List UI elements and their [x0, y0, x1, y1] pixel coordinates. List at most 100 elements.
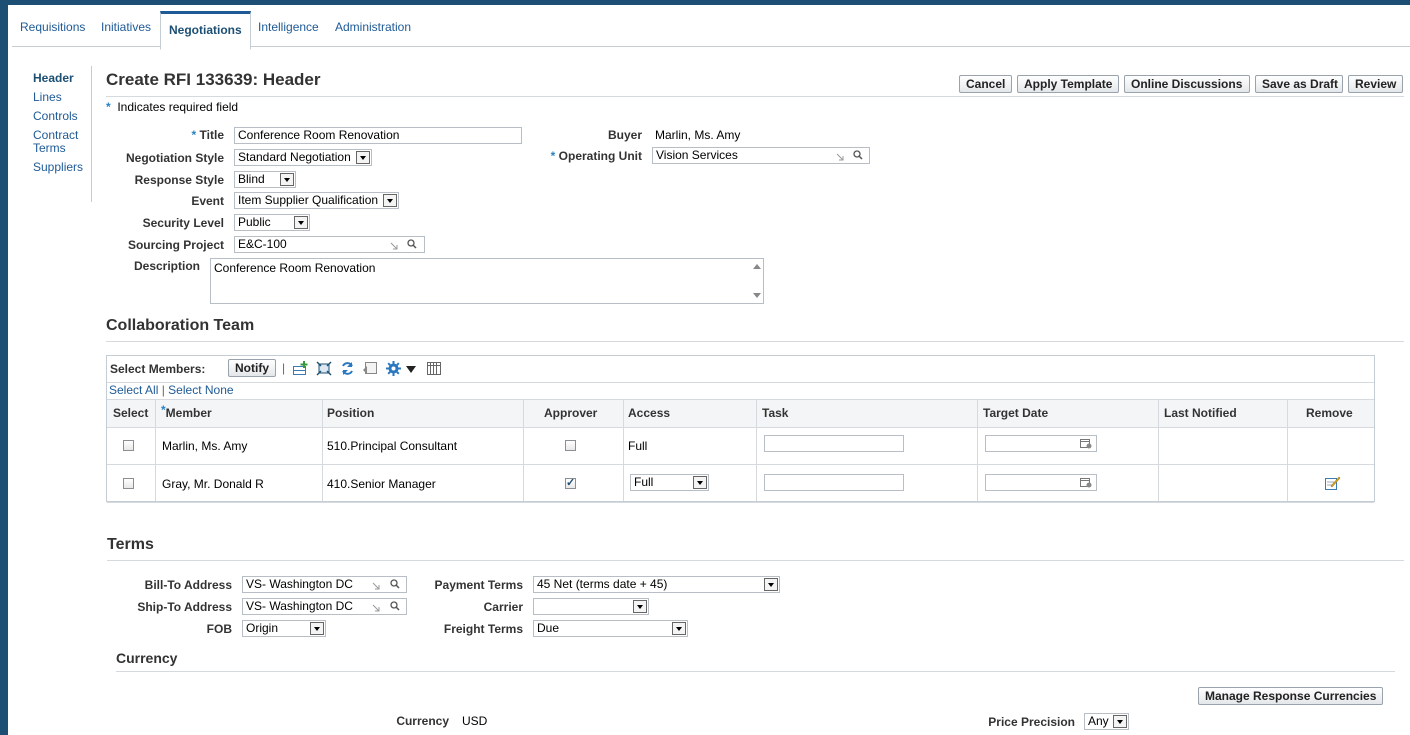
member-position: 410.Senior Manager — [327, 477, 436, 491]
cancel-button[interactable]: Cancel — [959, 75, 1012, 93]
page-title: Create RFI 133639: Header — [106, 70, 321, 89]
required-star: * — [161, 403, 166, 417]
column-divider — [623, 399, 624, 501]
security-level-value: Public — [238, 215, 271, 229]
price-precision-label: Price Precision — [988, 715, 1075, 729]
price-precision-select[interactable]: Any — [1084, 713, 1129, 730]
carrier-select[interactable] — [533, 598, 649, 615]
operating-unit-input[interactable]: Vision Services — [652, 147, 870, 164]
row-select-checkbox[interactable] — [123, 478, 134, 489]
negotiation-style-value: Standard Negotiation — [238, 150, 351, 164]
review-button[interactable]: Review — [1348, 75, 1403, 93]
column-divider — [155, 399, 156, 501]
ship-to-input[interactable]: VS- Washington DC — [242, 598, 407, 615]
security-level-label: Security Level — [142, 216, 224, 230]
task-input[interactable] — [764, 474, 904, 491]
search-icon[interactable] — [853, 150, 863, 160]
add-row-icon[interactable] — [293, 361, 309, 376]
event-value: Item Supplier Qualification — [238, 193, 379, 207]
tab-initiatives[interactable]: Initiatives — [101, 20, 151, 34]
member-name: Gray, Mr. Donald R — [162, 477, 264, 491]
calendar-icon[interactable] — [1080, 477, 1092, 488]
approver-checkbox[interactable] — [565, 476, 576, 489]
sidenav-suppliers[interactable]: Suppliers — [33, 161, 83, 174]
sidenav-controls[interactable]: Controls — [33, 110, 83, 123]
select-none-link[interactable]: Select None — [168, 383, 233, 397]
column-header-member-label: Member — [165, 406, 212, 420]
scroll-down-icon[interactable] — [753, 293, 761, 299]
search-icon[interactable] — [390, 579, 400, 589]
security-level-select[interactable]: Public — [234, 214, 310, 231]
gear-icon[interactable] — [385, 360, 402, 377]
sidenav-lines[interactable]: Lines — [33, 91, 83, 104]
edit-remove-icon[interactable] — [1324, 475, 1341, 491]
tab-negotiations[interactable]: Negotiations — [160, 11, 251, 50]
search-icon[interactable] — [407, 239, 417, 249]
left-brand-bar — [0, 5, 8, 735]
columns-icon[interactable] — [427, 362, 441, 375]
access-select[interactable]: Full — [630, 474, 709, 491]
column-header-approver: Approver — [544, 406, 598, 420]
sidenav-contract-terms[interactable]: Contract Terms — [33, 129, 83, 155]
scroll-up-icon[interactable] — [753, 263, 761, 269]
ship-to-label: Ship-To Address — [137, 600, 232, 614]
sourcing-project-input[interactable]: E&C-100 — [234, 236, 425, 253]
approver-checkbox[interactable] — [565, 440, 576, 451]
access-value: Full — [634, 475, 654, 489]
buyer-value: Marlin, Ms. Amy — [655, 128, 741, 142]
lov-resize-icon — [390, 242, 398, 250]
online-discussions-button[interactable]: Online Discussions — [1124, 75, 1250, 93]
terms-divider — [107, 560, 1404, 561]
detach-icon[interactable] — [316, 361, 332, 376]
chevron-down-icon[interactable] — [406, 366, 416, 373]
tab-requisitions[interactable]: Requisitions — [20, 20, 85, 34]
manage-response-currencies-button[interactable]: Manage Response Currencies — [1198, 687, 1383, 705]
description-textarea[interactable]: Conference Room Renovation — [210, 258, 764, 304]
table-row: Gray, Mr. Donald R 410.Senior Manager Fu… — [107, 465, 1374, 503]
select-all-link[interactable]: Select All — [109, 383, 158, 397]
freight-terms-select[interactable]: Due — [533, 620, 688, 637]
bill-to-input[interactable]: VS- Washington DC — [242, 576, 407, 593]
row-select-checkbox[interactable] — [123, 440, 134, 451]
currency-value: USD — [462, 714, 488, 728]
notify-button[interactable]: Notify — [228, 359, 276, 377]
tab-administration[interactable]: Administration — [335, 20, 411, 34]
column-divider — [977, 399, 978, 501]
fob-label: FOB — [206, 622, 232, 636]
search-icon[interactable] — [390, 601, 400, 611]
save-as-draft-button[interactable]: Save as Draft — [1255, 75, 1343, 93]
sidenav-header[interactable]: Header — [33, 72, 83, 85]
payment-terms-label: Payment Terms — [434, 578, 523, 592]
sourcing-project-value: E&C-100 — [238, 237, 287, 251]
lov-resize-icon — [372, 582, 380, 590]
refresh-icon[interactable] — [340, 361, 355, 376]
negotiation-style-select[interactable]: Standard Negotiation — [234, 149, 372, 166]
column-divider — [1287, 399, 1288, 501]
revert-icon[interactable] — [362, 361, 378, 376]
title-divider — [106, 96, 1404, 97]
operating-unit-label: * Operating Unit — [551, 149, 642, 163]
response-style-select[interactable]: Blind — [234, 171, 296, 188]
required-star: * — [106, 100, 111, 114]
description-value: Conference Room Renovation — [214, 261, 376, 275]
target-date-input[interactable] — [985, 474, 1097, 491]
apply-template-button[interactable]: Apply Template — [1017, 75, 1119, 93]
calendar-icon[interactable] — [1080, 438, 1092, 449]
operating-unit-label-text: Operating Unit — [558, 149, 642, 163]
target-date-input[interactable] — [985, 435, 1097, 452]
select-all-none: Select All | Select None — [109, 383, 234, 397]
freight-terms-value: Due — [537, 621, 560, 635]
column-header-position: Position — [327, 406, 375, 420]
chevron-down-icon — [693, 476, 707, 489]
fob-select[interactable]: Origin — [242, 620, 326, 637]
tab-intelligence[interactable]: Intelligence — [258, 20, 319, 34]
title-input[interactable]: Conference Room Renovation — [234, 127, 522, 144]
collaboration-divider — [106, 341, 1404, 342]
event-select[interactable]: Item Supplier Qualification — [234, 192, 399, 209]
column-header-access: Access — [628, 406, 671, 420]
title-label-text: Title — [199, 128, 224, 142]
required-field-note: * Indicates required field — [106, 100, 238, 114]
negotiation-style-label: Negotiation Style — [125, 151, 224, 165]
payment-terms-select[interactable]: 45 Net (terms date + 45) — [533, 576, 780, 593]
task-input[interactable] — [764, 435, 904, 452]
